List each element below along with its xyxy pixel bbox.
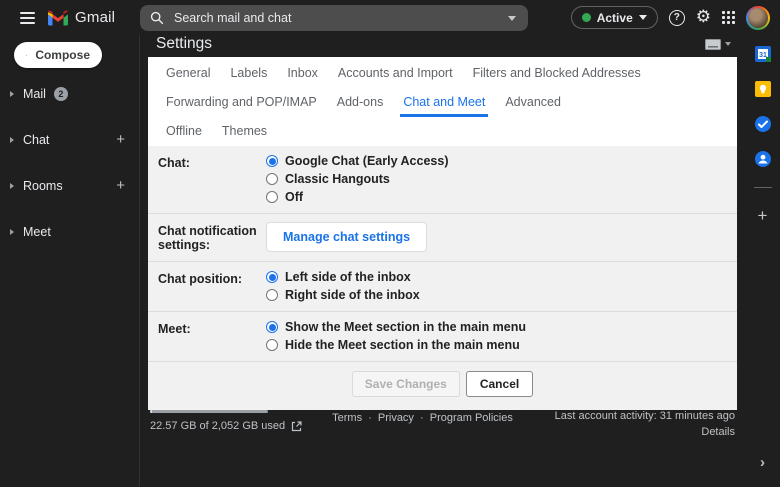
tab-chat-and-meet[interactable]: Chat and Meet <box>400 88 489 117</box>
program-policies-link[interactable]: Program Policies <box>430 412 513 424</box>
terms-link[interactable]: Terms <box>332 412 362 424</box>
radio-option-classic-hangouts[interactable]: Classic Hangouts <box>266 172 448 186</box>
compose-plus-icon <box>26 54 28 56</box>
save-changes-button[interactable]: Save Changes <box>351 371 460 397</box>
sidebar-item-meet[interactable]: Meet <box>0 220 139 243</box>
app-title: Gmail <box>75 9 116 26</box>
setting-row-meet: Meet: Show the Meet section in the main … <box>148 312 737 362</box>
compose-button[interactable]: Compose <box>14 42 102 68</box>
footer: 22.57 GB of 2,052 GB used Terms · Privac… <box>150 410 735 438</box>
search-input[interactable]: Search mail and chat <box>174 11 508 25</box>
radio-option-chat-off[interactable]: Off <box>266 190 448 204</box>
calendar-icon[interactable]: 31 <box>754 45 772 63</box>
sidebar-item-chat[interactable]: Chat + <box>0 128 139 151</box>
radio-icon[interactable] <box>266 289 278 301</box>
tab-general[interactable]: General <box>163 59 213 88</box>
unread-badge: 2 <box>53 86 68 101</box>
expand-chevron-icon[interactable] <box>10 136 14 143</box>
tab-advanced[interactable]: Advanced <box>502 88 564 117</box>
setting-label: Chat notification settings: <box>158 224 257 252</box>
tasks-icon[interactable] <box>754 115 772 133</box>
google-apps-icon[interactable] <box>722 11 735 24</box>
input-tools-selector[interactable] <box>705 38 731 50</box>
radio-selected-icon[interactable] <box>266 271 278 283</box>
expand-chevron-icon[interactable] <box>10 90 14 97</box>
cancel-button[interactable]: Cancel <box>465 371 534 397</box>
radio-selected-icon[interactable] <box>266 155 278 167</box>
tab-inbox[interactable]: Inbox <box>284 59 321 88</box>
help-icon[interactable]: ? <box>668 9 685 26</box>
settings-gear-icon[interactable]: ⚙ <box>696 9 711 26</box>
privacy-link[interactable]: Privacy <box>378 412 414 424</box>
tab-accounts-and-import[interactable]: Accounts and Import <box>335 59 456 88</box>
account-avatar[interactable] <box>746 5 770 30</box>
setting-row-chat-position: Chat position: Left side of the inbox Ri… <box>148 262 737 312</box>
settings-tabs: General Labels Inbox Accounts and Import… <box>148 57 737 146</box>
tab-forwarding-and-pop-imap[interactable]: Forwarding and POP/IMAP <box>163 88 320 117</box>
sidebar-item-mail[interactable]: Mail 2 <box>0 82 139 105</box>
radio-option-right-side[interactable]: Right side of the inbox <box>266 288 420 302</box>
add-chat-icon[interactable]: + <box>116 131 125 148</box>
last-account-activity-text: Last account activity: 31 minutes ago <box>554 410 735 422</box>
page-title: Settings <box>156 35 213 52</box>
radio-icon[interactable] <box>266 173 278 185</box>
radio-option-left-side[interactable]: Left side of the inbox <box>266 270 420 284</box>
external-link-icon[interactable] <box>291 420 302 432</box>
tab-labels[interactable]: Labels <box>227 59 270 88</box>
gmail-logo-icon <box>48 10 68 25</box>
radio-option-hide-meet[interactable]: Hide the Meet section in the main menu <box>266 338 526 352</box>
status-selector[interactable]: Active <box>570 6 658 29</box>
tab-themes[interactable]: Themes <box>219 117 270 146</box>
setting-row-chat-notifications: Chat notification settings: Manage chat … <box>148 214 737 262</box>
radio-icon[interactable] <box>266 191 278 203</box>
get-add-ons-icon[interactable]: + <box>758 207 768 224</box>
setting-label: Chat position: <box>158 272 243 286</box>
svg-text:31: 31 <box>759 52 767 59</box>
sidebar-item-rooms[interactable]: Rooms + <box>0 174 139 197</box>
search-icon <box>150 11 164 25</box>
storage-progress-bar <box>150 410 268 413</box>
settings-card: General Labels Inbox Accounts and Import… <box>148 57 737 410</box>
side-panel-rail: 31 + › <box>745 35 780 487</box>
expand-chevron-icon[interactable] <box>10 182 14 189</box>
expand-chevron-icon[interactable] <box>10 228 14 235</box>
left-sidebar: Compose Mail 2 Chat + Rooms + Meet <box>0 35 140 487</box>
tab-offline[interactable]: Offline <box>163 117 205 146</box>
storage-usage-text: 22.57 GB of 2,052 GB used <box>150 420 286 432</box>
status-chevron-icon <box>638 15 647 20</box>
input-tools-chevron-icon <box>725 42 731 46</box>
search-bar[interactable]: Search mail and chat <box>140 5 528 31</box>
status-label: Active <box>596 10 633 25</box>
search-options-chevron-icon[interactable] <box>508 15 516 21</box>
keep-icon[interactable] <box>754 80 772 98</box>
setting-label: Chat: <box>158 156 190 170</box>
collapse-panel-chevron-icon[interactable]: › <box>760 454 765 471</box>
main-content: Settings General Labels Inbox Accounts a… <box>140 35 745 487</box>
radio-selected-icon[interactable] <box>266 321 278 333</box>
setting-label: Meet: <box>158 322 191 336</box>
tab-add-ons[interactable]: Add-ons <box>334 88 387 117</box>
main-menu-icon[interactable] <box>12 3 42 33</box>
rail-divider <box>753 187 772 188</box>
compose-label: Compose <box>35 48 90 62</box>
status-dot-icon <box>581 13 591 22</box>
radio-icon[interactable] <box>266 339 278 351</box>
contacts-icon[interactable] <box>754 150 772 168</box>
top-bar: Gmail Search mail and chat Active ? ⚙ <box>0 0 780 35</box>
radio-option-google-chat[interactable]: Google Chat (Early Access) <box>266 154 448 168</box>
add-room-icon[interactable]: + <box>116 177 125 194</box>
setting-row-chat: Chat: Google Chat (Early Access) Classic… <box>148 146 737 214</box>
radio-option-show-meet[interactable]: Show the Meet section in the main menu <box>266 320 526 334</box>
details-link[interactable]: Details <box>525 426 735 438</box>
keyboard-icon <box>705 38 721 50</box>
tab-filters-and-blocked-addresses[interactable]: Filters and Blocked Addresses <box>470 59 644 88</box>
manage-chat-settings-button[interactable]: Manage chat settings <box>266 222 428 252</box>
